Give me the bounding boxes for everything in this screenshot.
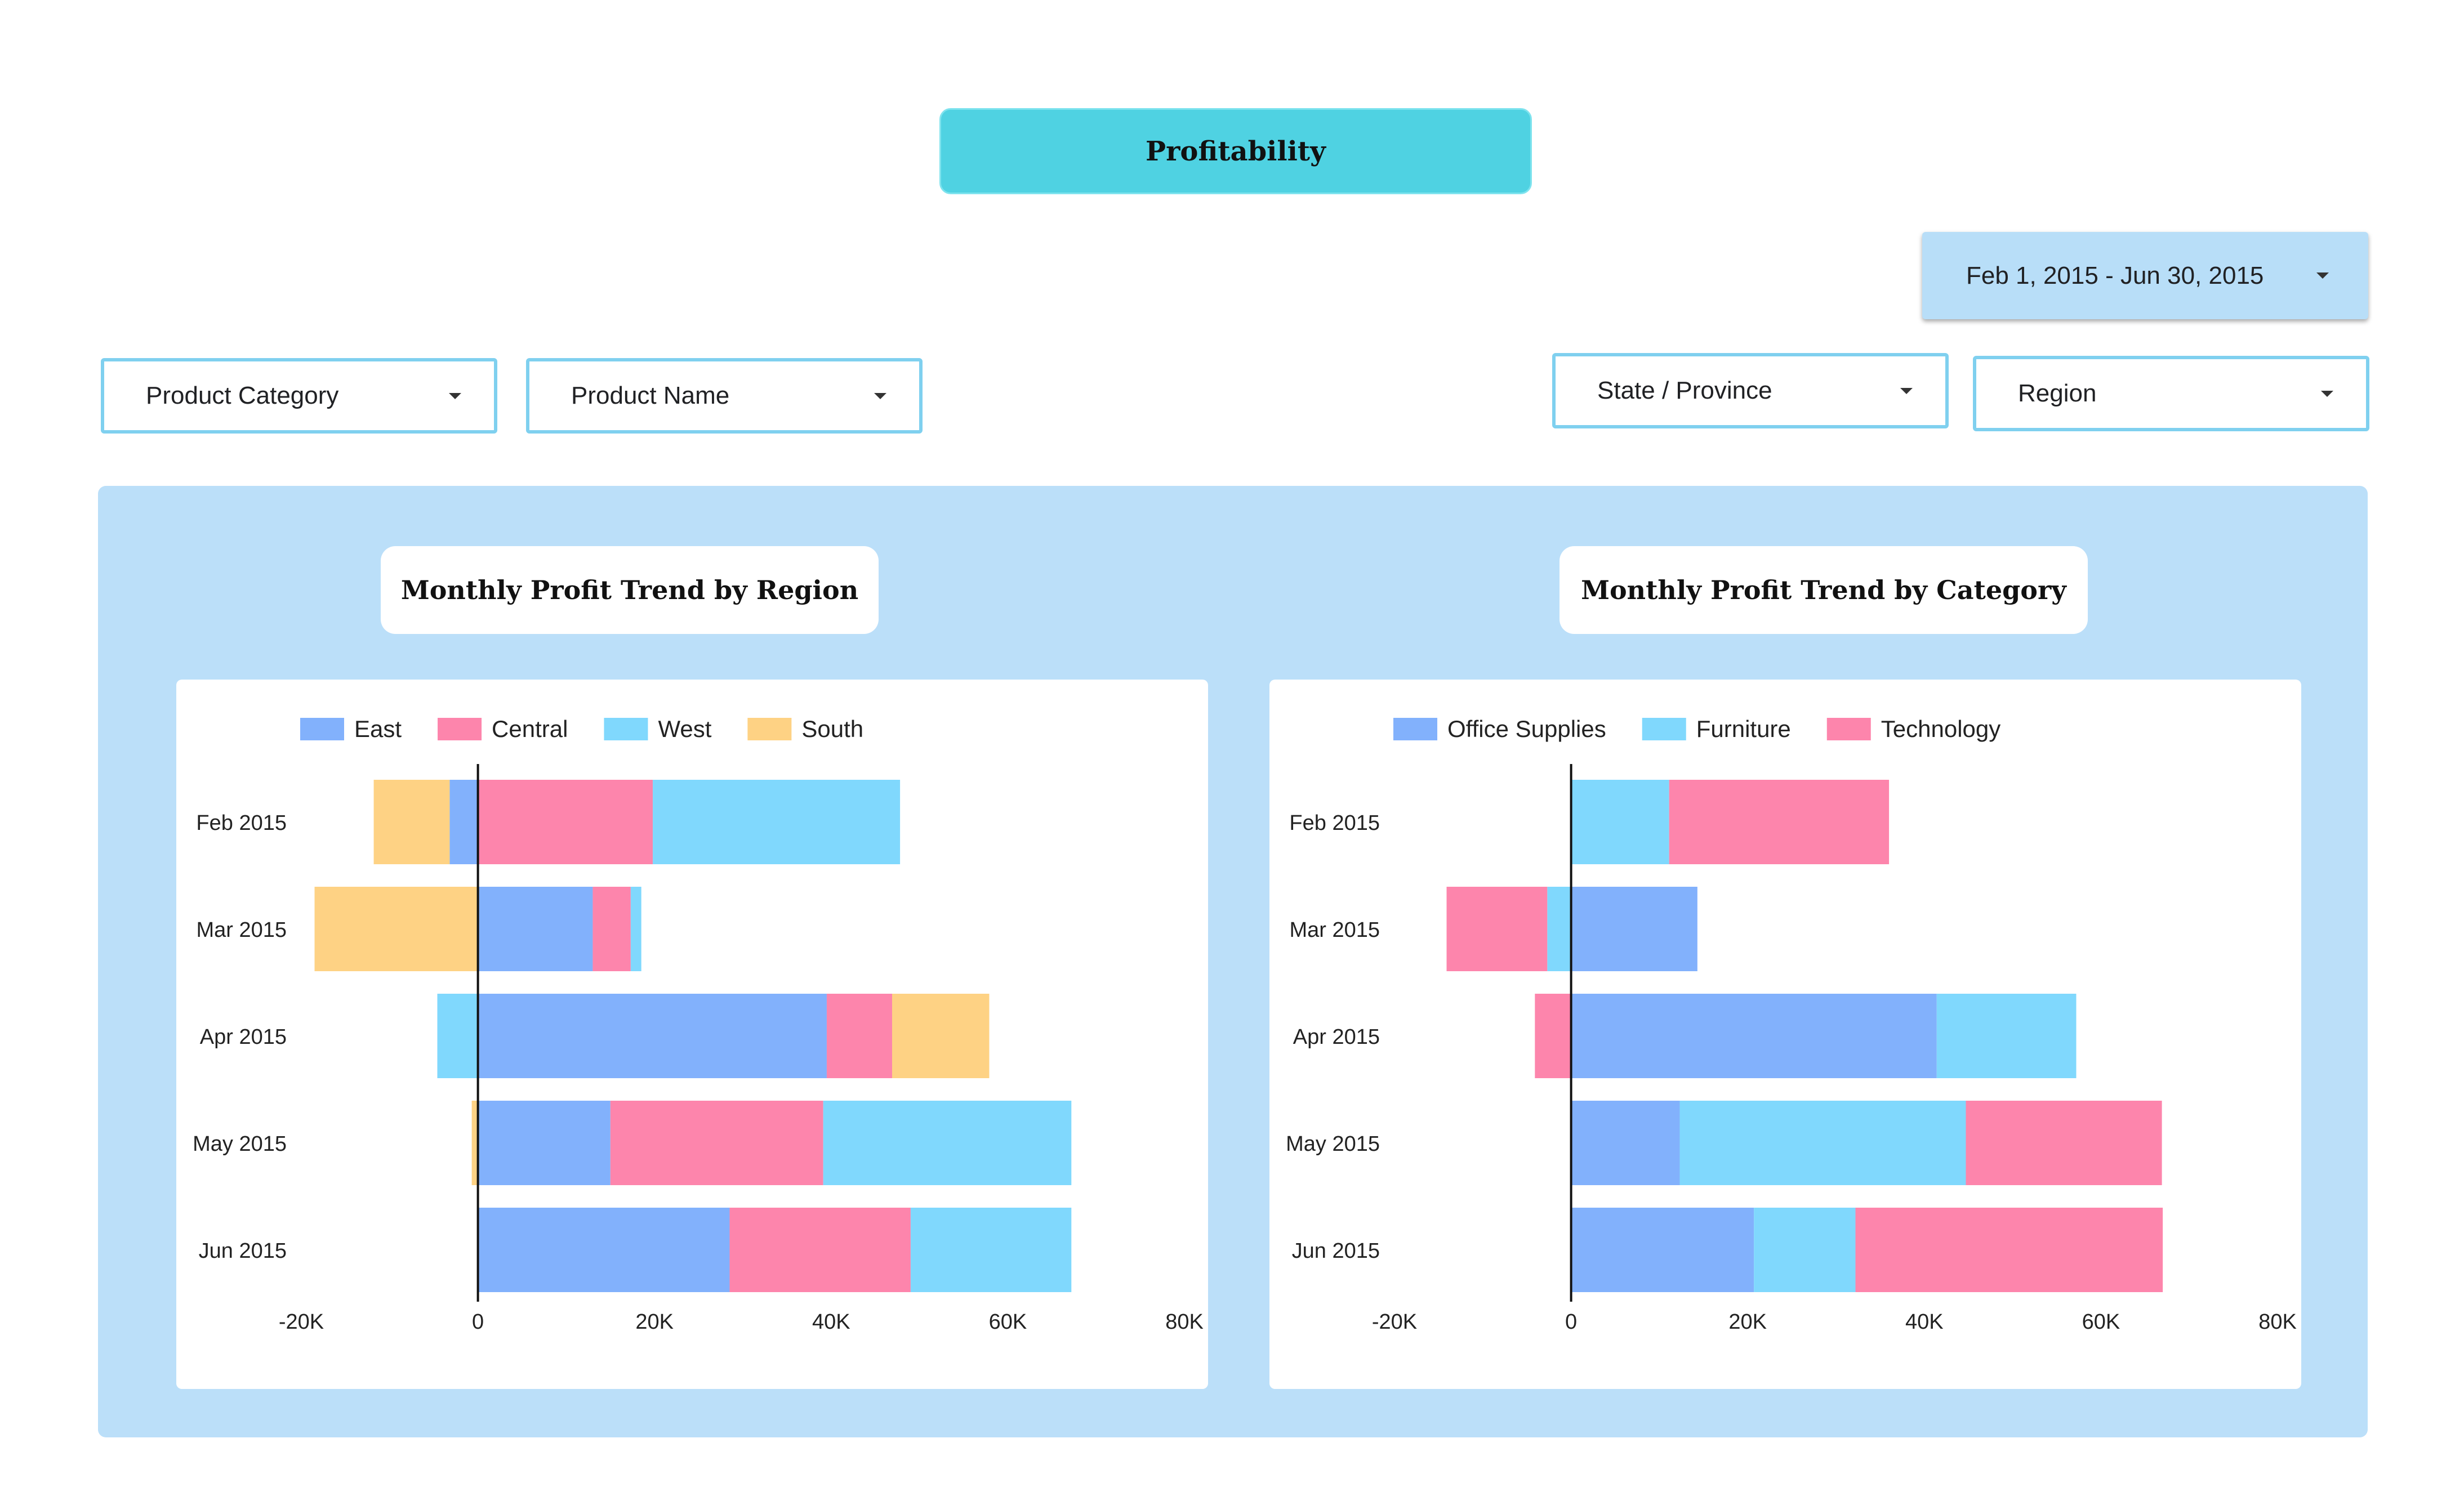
bar-furniture-3[interactable] [1679, 1101, 1966, 1185]
bar-office-supplies-4[interactable] [1571, 1208, 1754, 1292]
bar-office-supplies-2[interactable] [1571, 994, 1937, 1078]
bar-east-3[interactable] [478, 1101, 611, 1185]
legend-label: East [354, 716, 402, 742]
bar-central-2[interactable] [826, 994, 892, 1078]
bar-east-0[interactable] [449, 780, 478, 864]
state-province-filter[interactable]: State / Province [1552, 353, 1949, 428]
region-filter[interactable]: Region [1973, 356, 2369, 431]
bar-furniture-0[interactable] [1571, 780, 1669, 864]
legend-label: West [658, 716, 711, 742]
legend-label: Office Supplies [1447, 716, 1606, 742]
bar-east-2[interactable] [478, 994, 827, 1078]
legend-swatch-technology [1826, 718, 1871, 740]
chevron-down-icon [2321, 390, 2333, 397]
category-label: Apr 2015 [200, 1025, 287, 1049]
category-chart-card: Office Supplies Furniture Technology Feb 20… [1269, 680, 2301, 1389]
region-chart-title: Monthly Profit Trend by Region [381, 546, 879, 634]
legend-swatch-west [604, 718, 648, 740]
bar-technology-3[interactable] [1966, 1101, 2162, 1185]
bar-furniture-1[interactable] [1547, 887, 1571, 971]
bar-technology-4[interactable] [1855, 1208, 2163, 1292]
category-label: Feb 2015 [196, 811, 287, 835]
legend-swatch-office-supplies [1393, 718, 1437, 740]
bar-technology-0[interactable] [1669, 780, 1890, 864]
bar-furniture-4[interactable] [1754, 1208, 1856, 1292]
category-label: Jun 2015 [199, 1239, 287, 1263]
bar-west-4[interactable] [910, 1208, 1072, 1292]
legend-label: Furniture [1696, 716, 1791, 742]
x-tick-label: 20K [1728, 1310, 1767, 1334]
x-tick-label: 60K [989, 1310, 1027, 1334]
bar-south-2[interactable] [892, 994, 990, 1078]
page-title: Profitability [939, 108, 1532, 194]
date-range-picker[interactable]: Feb 1, 2015 - Jun 30, 2015 [1922, 232, 2368, 319]
bar-central-1[interactable] [592, 887, 631, 971]
region-chart: East Central West South Feb 2015 Mar 2015 Apr … [193, 716, 1204, 1334]
legend-swatch-furniture [1642, 718, 1686, 740]
product-name-filter[interactable]: Product Name [526, 358, 923, 434]
category-label: Apr 2015 [1293, 1025, 1380, 1049]
bar-office-supplies-1[interactable] [1571, 887, 1697, 971]
category-label: Jun 2015 [1292, 1239, 1380, 1263]
category-chart: Office Supplies Furniture Technology Feb 20… [1286, 716, 2297, 1334]
product-name-label: Product Name [571, 382, 730, 409]
bar-furniture-2[interactable] [1936, 994, 2077, 1078]
region-label: Region [2018, 379, 2097, 407]
x-tick-label: 60K [2082, 1310, 2120, 1334]
x-tick-label: -20K [1372, 1310, 1417, 1334]
x-tick-label: -20K [279, 1310, 324, 1334]
legend-swatch-east [300, 718, 344, 740]
legend-label: Technology [1881, 716, 2000, 742]
x-tick-label: 0 [1565, 1310, 1577, 1334]
bar-east-1[interactable] [478, 887, 593, 971]
chevron-down-icon [2316, 272, 2329, 279]
x-tick-label: 20K [635, 1310, 674, 1334]
legend-label: Central [492, 716, 568, 742]
product-category-label: Product Category [146, 382, 339, 409]
date-range-label: Feb 1, 2015 - Jun 30, 2015 [1966, 261, 2264, 289]
product-category-filter[interactable]: Product Category [101, 358, 497, 434]
legend-swatch-central [438, 718, 482, 740]
x-tick-label: 0 [472, 1310, 484, 1334]
bar-west-2[interactable] [437, 994, 478, 1078]
chevron-down-icon [1900, 387, 1913, 394]
bar-south-0[interactable] [373, 780, 450, 864]
legend-swatch-south [747, 718, 792, 740]
bar-central-4[interactable] [729, 1208, 911, 1292]
bar-west-1[interactable] [630, 887, 641, 971]
bar-west-3[interactable] [823, 1101, 1072, 1185]
x-tick-label: 40K [1905, 1310, 1944, 1334]
category-label: Mar 2015 [196, 918, 287, 942]
category-label: Mar 2015 [1289, 918, 1380, 942]
bar-west-0[interactable] [653, 780, 901, 864]
bar-south-1[interactable] [314, 887, 478, 971]
x-tick-label: 80K [1165, 1310, 1204, 1334]
chevron-down-icon [449, 392, 461, 399]
x-tick-label: 40K [812, 1310, 850, 1334]
category-label: Feb 2015 [1289, 811, 1380, 835]
bar-office-supplies-3[interactable] [1571, 1101, 1680, 1185]
bar-central-0[interactable] [478, 780, 653, 864]
bar-technology-2[interactable] [1535, 994, 1571, 1078]
chevron-down-icon [874, 392, 886, 399]
bar-east-4[interactable] [478, 1208, 730, 1292]
bar-central-3[interactable] [610, 1101, 823, 1185]
category-label: May 2015 [193, 1132, 287, 1156]
bar-technology-1[interactable] [1446, 887, 1548, 971]
category-label: May 2015 [1286, 1132, 1380, 1156]
region-chart-card: East Central West South Feb 2015 Mar 2015 Apr … [176, 680, 1208, 1389]
legend-label: South [801, 716, 863, 742]
x-tick-label: 80K [2258, 1310, 2297, 1334]
state-province-label: State / Province [1597, 377, 1772, 404]
category-chart-title: Monthly Profit Trend by Category [1560, 546, 2088, 634]
